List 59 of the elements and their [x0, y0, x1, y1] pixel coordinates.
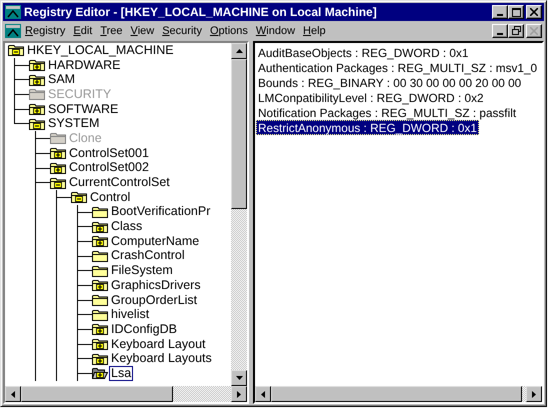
minimize-icon: [497, 32, 503, 34]
horizontal-scrollbar[interactable]: [255, 386, 542, 402]
registry-key[interactable]: ControlSet002: [67, 160, 151, 176]
registry-value[interactable]: Bounds : REG_BINARY : 00 30 00 00 00 20 00 00: [256, 75, 524, 90]
restore-icon: [512, 26, 520, 35]
left-arrow-icon[interactable]: [261, 390, 265, 398]
registry-key[interactable]: BootVerificationPr: [109, 204, 212, 220]
menu-item[interactable]: Edit: [69, 24, 96, 36]
registry-key[interactable]: GroupOrderList: [109, 292, 200, 308]
registry-key[interactable]: Lsa: [109, 366, 134, 381]
minimize-icon: [497, 14, 503, 16]
menu-item[interactable]: Tree: [96, 24, 127, 36]
registry-key[interactable]: Keyboard Layout: [109, 336, 208, 352]
close-icon: [530, 26, 538, 34]
registry-key[interactable]: GraphicsDrivers: [109, 278, 203, 293]
menu-item[interactable]: Options: [206, 24, 252, 36]
registry-key[interactable]: FileSystem: [109, 263, 175, 278]
right-arrow-icon[interactable]: [532, 390, 536, 398]
registry-key[interactable]: SAM: [46, 72, 78, 88]
registry-value[interactable]: RestrictAnonymous : REG_DWORD : 0x1: [256, 120, 479, 135]
maximize-icon: [512, 8, 520, 16]
registry-key[interactable]: SOFTWARE: [46, 102, 120, 117]
left-arrow-icon[interactable]: [11, 390, 15, 398]
menu-item[interactable]: Help: [299, 24, 330, 36]
registry-key[interactable]: SYSTEM: [46, 116, 102, 132]
menu-item[interactable]: View: [126, 24, 158, 36]
registry-key[interactable]: Keyboard Layouts: [109, 351, 214, 366]
window-title: Registry Editor - [HKEY_LOCAL_MACHINE on Local Machine]: [24, 5, 378, 19]
registry-key[interactable]: IDConfigDB: [109, 322, 179, 337]
close-button[interactable]: [526, 24, 542, 38]
registry-key[interactable]: hivelist: [109, 307, 152, 322]
registry-key[interactable]: Class: [109, 219, 144, 234]
horizontal-scrollbar[interactable]: [5, 386, 247, 402]
registry-value[interactable]: Authentication Packages : REG_MULTI_SZ : msv1_0: [256, 60, 540, 75]
registry-key[interactable]: CrashControl: [109, 248, 187, 264]
close-button[interactable]: [526, 5, 542, 19]
registry-key[interactable]: CurrentControlSet: [67, 175, 172, 190]
restore-button[interactable]: [508, 24, 524, 38]
registry-value[interactable]: Notification Packages : REG_MULTI_SZ : passfilt: [256, 105, 518, 120]
registry-key[interactable]: HARDWARE: [46, 58, 122, 73]
registry-key[interactable]: Control: [88, 190, 132, 205]
registry-value[interactable]: AuditBaseObjects : REG_DWORD : 0x1: [256, 45, 470, 60]
registry-icon: [5, 5, 21, 19]
up-arrow-icon[interactable]: [236, 49, 242, 53]
menu-item[interactable]: Security: [158, 24, 206, 36]
registry-key[interactable]: ControlSet001: [67, 146, 151, 161]
registry-key[interactable]: HKEY_LOCAL_MACHINE: [25, 43, 176, 58]
registry-icon[interactable]: [5, 24, 21, 38]
registry-key[interactable]: ComputerName: [109, 234, 202, 249]
down-arrow-icon[interactable]: [236, 376, 242, 380]
right-arrow-icon[interactable]: [237, 390, 241, 398]
maximize-button[interactable]: [508, 5, 524, 19]
minimize-button[interactable]: [492, 24, 508, 38]
close-icon: [530, 8, 538, 16]
registry-value[interactable]: LMConpatibilityLevel : REG_DWORD : 0x2: [256, 90, 486, 105]
vertical-scrollbar[interactable]: [231, 43, 247, 386]
menu-item[interactable]: Window: [252, 24, 300, 36]
minimize-button[interactable]: [492, 5, 508, 19]
menu-item[interactable]: Registry: [21, 24, 70, 36]
